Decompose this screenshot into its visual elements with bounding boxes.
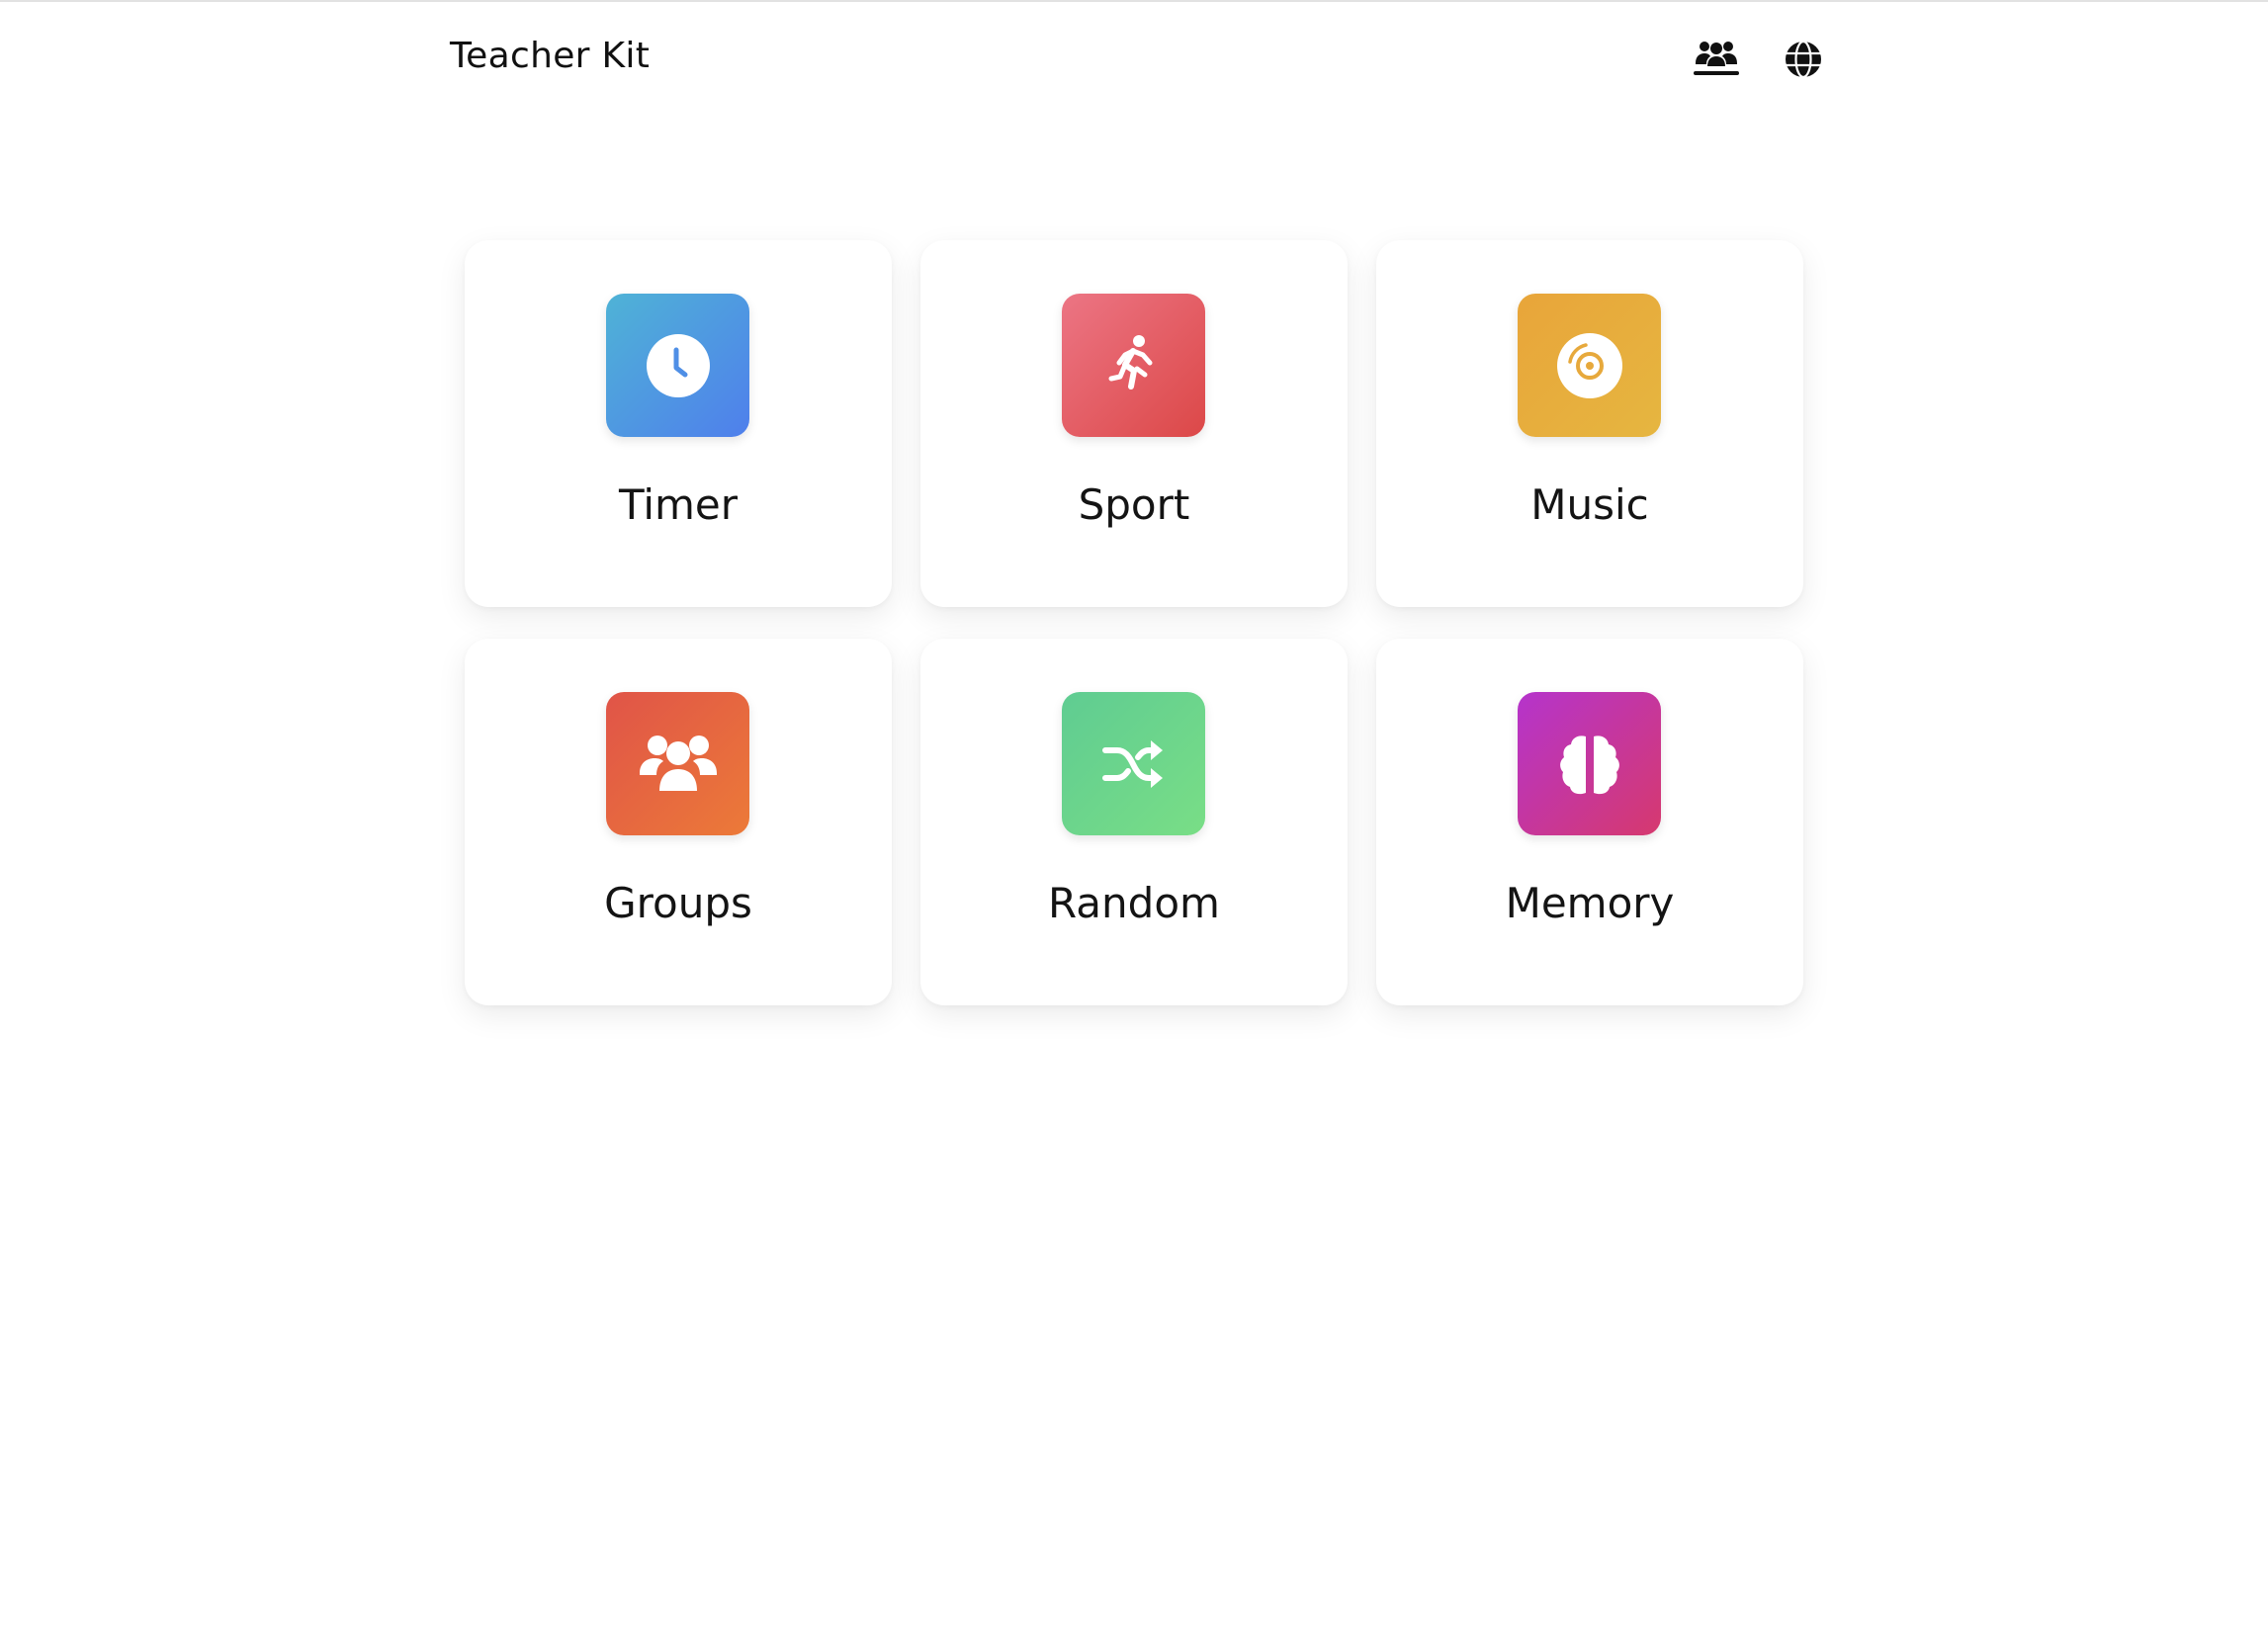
- app-header: Teacher Kit: [0, 0, 2268, 119]
- language-button[interactable]: [1776, 32, 1831, 87]
- tool-card-memory[interactable]: Memory: [1376, 639, 1803, 1005]
- users-icon: [639, 735, 717, 791]
- app-title: Teacher Kit: [450, 36, 651, 76]
- tool-label: Random: [1048, 879, 1220, 927]
- tools-grid: Timer Sport Music Groups Random Memory: [465, 240, 1803, 1005]
- tool-card-random[interactable]: Random: [920, 639, 1348, 1005]
- tool-label: Memory: [1505, 879, 1675, 927]
- groups-tile: [606, 692, 749, 835]
- disc-icon: [1556, 332, 1622, 398]
- tool-label: Groups: [604, 879, 752, 927]
- tool-label: Sport: [1078, 480, 1190, 529]
- random-tile: [1062, 692, 1205, 835]
- globe-icon: [1786, 40, 1821, 79]
- tool-label: Music: [1530, 480, 1649, 529]
- shuffle-icon: [1101, 739, 1163, 788]
- tool-card-groups[interactable]: Groups: [465, 639, 892, 1005]
- brain-icon: [1559, 735, 1619, 794]
- timer-tile: [606, 294, 749, 437]
- tool-card-music[interactable]: Music: [1376, 240, 1803, 607]
- groups-icon: [1694, 42, 1739, 75]
- running-icon: [1108, 334, 1152, 390]
- music-tile: [1518, 294, 1661, 437]
- tool-card-timer[interactable]: Timer: [465, 240, 892, 607]
- tool-card-sport[interactable]: Sport: [920, 240, 1348, 607]
- memory-tile: [1518, 692, 1661, 835]
- clock-icon: [646, 333, 710, 397]
- sport-tile: [1062, 294, 1205, 437]
- groups-button[interactable]: [1689, 32, 1744, 87]
- tool-label: Timer: [618, 480, 739, 529]
